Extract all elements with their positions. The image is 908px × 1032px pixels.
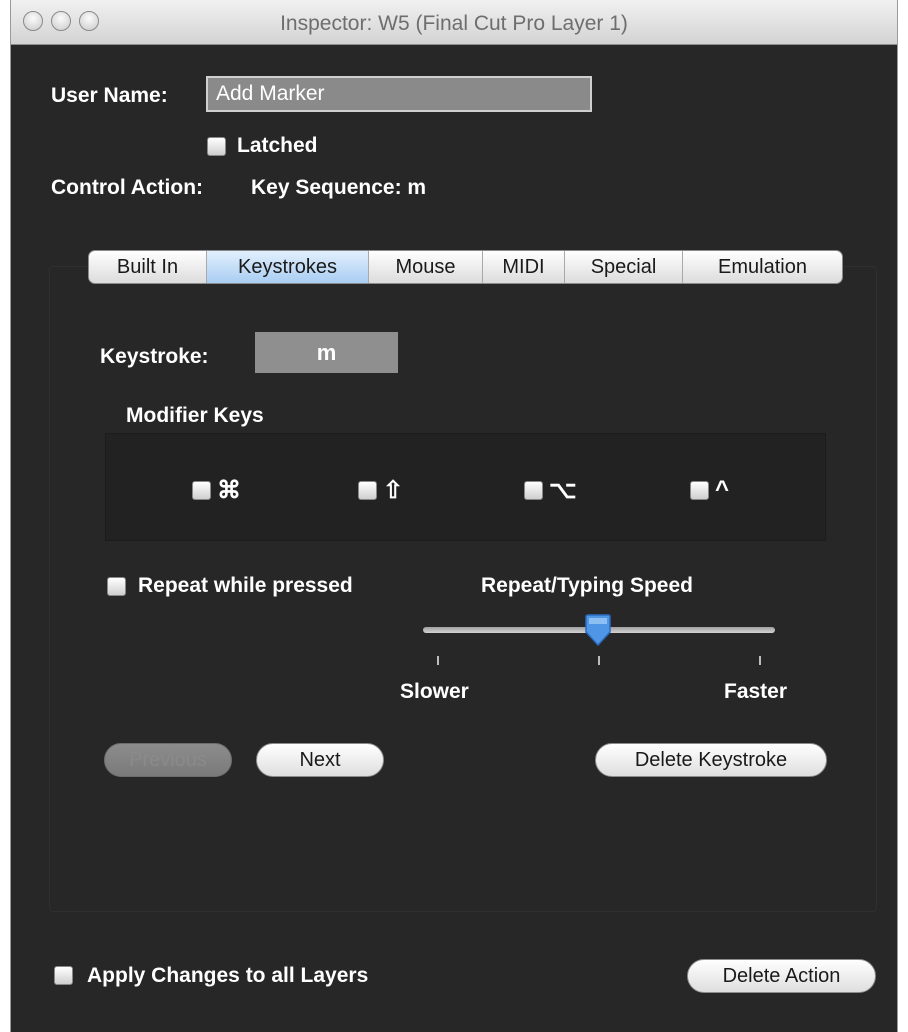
- slider-min-label: Slower: [400, 680, 469, 703]
- repeat-speed-slider-thumb[interactable]: [583, 614, 613, 646]
- control-action-label: Control Action:: [51, 176, 204, 199]
- modifier-keys-label: Modifier Keys: [126, 404, 264, 427]
- latched-label: Latched: [237, 134, 318, 157]
- repeat-while-pressed-label: Repeat while pressed: [138, 574, 353, 597]
- user-name-label: User Name:: [51, 84, 168, 107]
- control-modifier-checkbox[interactable]: [690, 481, 709, 500]
- tab-mouse[interactable]: Mouse: [369, 251, 483, 283]
- user-name-input[interactable]: [206, 76, 592, 112]
- window-title: Inspector: W5 (Final Cut Pro Layer 1): [280, 12, 628, 35]
- previous-button[interactable]: Previous: [104, 743, 232, 777]
- slider-tick-min: [437, 656, 439, 665]
- keystroke-field[interactable]: m: [255, 332, 398, 373]
- tab-midi[interactable]: MIDI: [483, 251, 565, 283]
- latched-checkbox[interactable]: [207, 137, 226, 156]
- tab-special[interactable]: Special: [565, 251, 683, 283]
- slider-max-label: Faster: [724, 680, 788, 703]
- tab-emulation[interactable]: Emulation: [683, 251, 842, 283]
- shift-modifier-checkbox[interactable]: [358, 481, 377, 500]
- apply-all-layers-checkbox[interactable]: [54, 966, 73, 985]
- delete-action-button[interactable]: Delete Action: [687, 959, 876, 993]
- title-bar: Inspector: W5 (Final Cut Pro Layer 1): [11, 0, 897, 45]
- slider-tick-max: [759, 656, 761, 665]
- option-modifier-checkbox[interactable]: [524, 481, 543, 500]
- tab-keystrokes[interactable]: Keystrokes: [207, 251, 369, 283]
- tab-built-in[interactable]: Built In: [89, 251, 207, 283]
- repeat-speed-label: Repeat/Typing Speed: [481, 574, 693, 597]
- repeat-while-pressed-checkbox[interactable]: [107, 577, 126, 596]
- delete-keystroke-button[interactable]: Delete Keystroke: [595, 743, 827, 777]
- apply-all-layers-label: Apply Changes to all Layers: [87, 964, 369, 987]
- next-button[interactable]: Next: [256, 743, 384, 777]
- slider-tick-mid: [598, 656, 600, 665]
- command-icon: ⌘: [217, 477, 241, 504]
- inspector-window: Inspector: W5 (Final Cut Pro Layer 1) Us…: [10, 0, 898, 1032]
- control-icon: ^: [715, 476, 730, 503]
- action-tab-bar: Built In Keystrokes Mouse MIDI Special E…: [88, 250, 843, 284]
- keystroke-label: Keystroke:: [100, 345, 209, 368]
- option-icon: ⌥: [549, 477, 577, 504]
- shift-icon: ⇧: [383, 477, 404, 504]
- control-action-value: Key Sequence: m: [251, 176, 427, 199]
- command-modifier-checkbox[interactable]: [192, 481, 211, 500]
